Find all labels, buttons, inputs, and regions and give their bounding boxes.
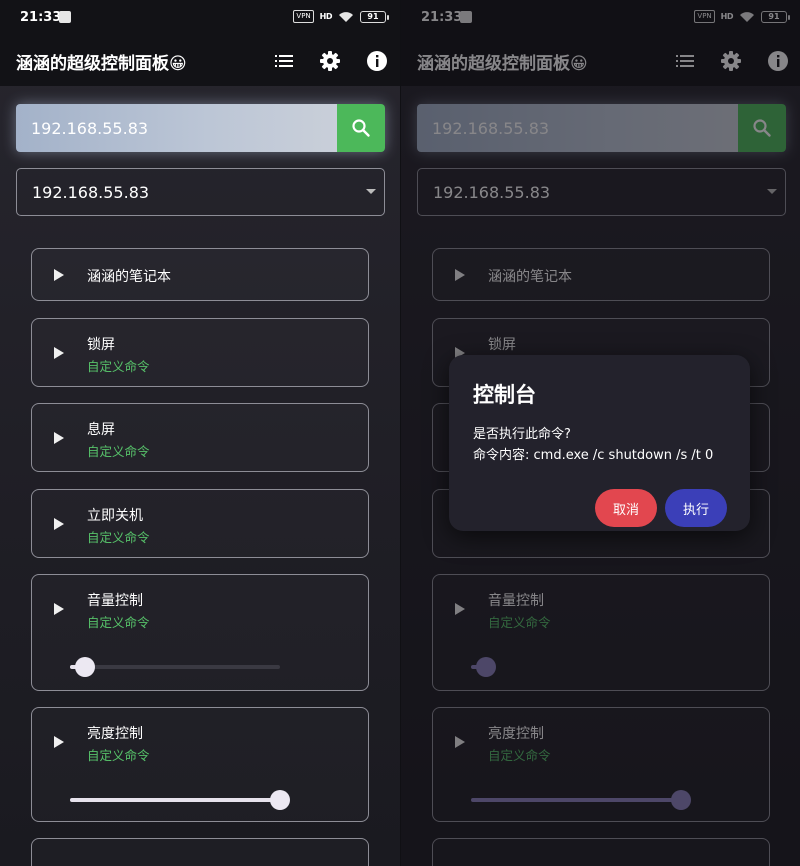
app-bar: 涵涵的超级控制面板😀: [0, 36, 400, 86]
card-subtitle: 自定义命令: [87, 444, 150, 459]
card-partial[interactable]: [31, 838, 369, 866]
search-input[interactable]: [16, 104, 337, 152]
card-subtitle: 自定义命令: [87, 359, 150, 374]
signal-icon: HD: [319, 11, 333, 21]
card-subtitle: 自定义命令: [87, 530, 150, 545]
brightness-slider-fill[interactable]: [70, 798, 280, 802]
main-screen: 21:33 VPN HD 91 涵涵的超级控制面板😀 192.168.55.83…: [0, 0, 400, 866]
card-lock-screen[interactable]: 锁屏 自定义命令: [31, 318, 369, 387]
card-subtitle: 自定义命令: [87, 748, 150, 763]
volume-slider-track[interactable]: [70, 665, 280, 669]
card-title: 息屏: [87, 422, 115, 438]
info-icon[interactable]: [366, 50, 388, 72]
battery-icon: 91: [360, 10, 389, 23]
status-time: 21:33: [20, 10, 62, 25]
play-arrow-icon: [54, 736, 64, 748]
device-select[interactable]: 192.168.55.83: [16, 168, 385, 216]
vpn-icon: VPN: [293, 10, 314, 23]
cancel-button[interactable]: 取消: [595, 489, 657, 527]
play-arrow-icon: [54, 432, 64, 444]
list-icon[interactable]: [273, 50, 295, 72]
card-title: 亮度控制: [87, 726, 143, 742]
dialog-title: 控制台: [473, 383, 536, 407]
device-select-value: 192.168.55.83: [32, 183, 150, 202]
play-arrow-icon: [54, 603, 64, 615]
card-brightness[interactable]: 亮度控制 自定义命令: [31, 707, 369, 822]
wifi-icon: [339, 11, 353, 22]
card-screen-off[interactable]: 息屏 自定义命令: [31, 403, 369, 472]
dropdown-caret-icon: [366, 189, 376, 194]
card-title: 涵涵的笔记本: [87, 269, 171, 285]
app-title: 涵涵的超级控制面板😀: [16, 54, 187, 74]
search-button[interactable]: [337, 104, 385, 152]
card-title: 锁屏: [87, 337, 115, 353]
play-arrow-icon: [54, 518, 64, 530]
brightness-slider-thumb[interactable]: [270, 790, 290, 810]
dialog-command: 命令内容: cmd.exe /c shutdown /s /t 0: [473, 448, 714, 463]
card-volume[interactable]: 音量控制 自定义命令: [31, 574, 369, 691]
search-icon: [352, 119, 370, 137]
dialog-question: 是否执行此命令?: [473, 427, 571, 442]
card-title: 音量控制: [87, 593, 143, 609]
execute-button[interactable]: 执行: [665, 489, 727, 527]
card-title: 立即关机: [87, 508, 143, 524]
play-arrow-icon: [54, 269, 64, 281]
settings-gear-icon[interactable]: [319, 50, 341, 72]
card-shutdown[interactable]: 立即关机 自定义命令: [31, 489, 369, 558]
confirm-dialog: 控制台 是否执行此命令? 命令内容: cmd.exe /c shutdown /…: [449, 355, 750, 531]
volume-slider-thumb[interactable]: [74, 657, 95, 677]
play-arrow-icon: [54, 347, 64, 359]
notification-icon: [59, 11, 71, 23]
search-bar: [16, 104, 385, 152]
status-bar: 21:33 VPN HD 91: [0, 0, 400, 36]
card-subtitle: 自定义命令: [87, 615, 150, 630]
card-laptop[interactable]: 涵涵的笔记本: [31, 248, 369, 301]
